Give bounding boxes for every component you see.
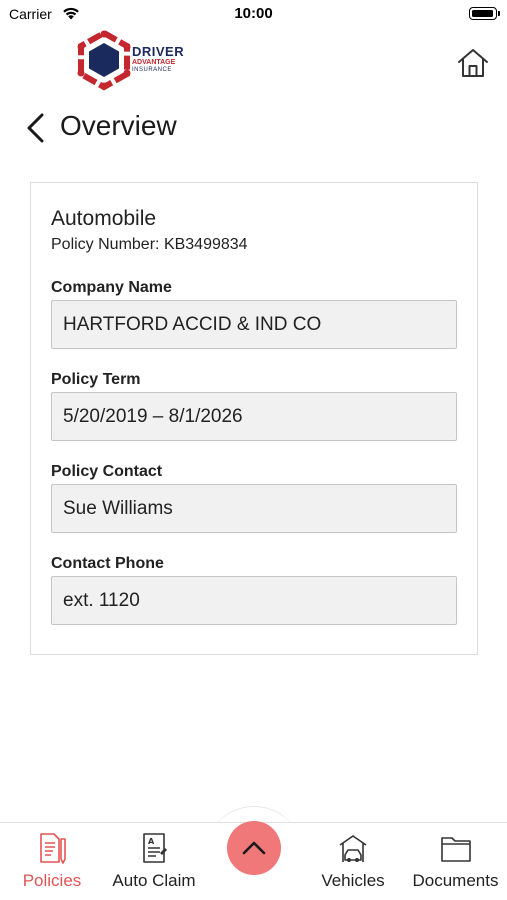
policy-number-value: KB3499834 bbox=[163, 236, 248, 253]
battery-icon bbox=[469, 7, 500, 20]
tab-vehicles[interactable]: Vehicles bbox=[313, 823, 393, 900]
tab-auto-claim[interactable]: A Auto Claim bbox=[104, 823, 204, 900]
logo-line-2: ADVANTAGE bbox=[132, 59, 176, 66]
tab-policies-label: Policies bbox=[22, 871, 82, 890]
status-bar: Carrier 10:00 bbox=[0, 0, 507, 28]
claim-form-icon: A bbox=[143, 833, 167, 863]
folder-icon bbox=[440, 837, 471, 862]
policy-document-icon bbox=[40, 833, 66, 864]
contact-phone-label: Contact Phone bbox=[51, 555, 164, 572]
policy-term-label: Policy Term bbox=[51, 371, 141, 388]
logo-line-1: DRIVER bbox=[132, 44, 185, 59]
tab-policies[interactable]: Policies bbox=[12, 823, 92, 900]
svg-text:A: A bbox=[148, 837, 155, 846]
contact-phone-field[interactable]: ext. 1120 bbox=[51, 576, 457, 625]
home-icon bbox=[458, 49, 488, 77]
chevron-up-icon bbox=[242, 841, 266, 855]
policy-type: Automobile bbox=[51, 207, 157, 230]
policy-contact-label: Policy Contact bbox=[51, 463, 163, 480]
company-name-field: HARTFORD ACCID & IND CO bbox=[51, 300, 457, 349]
back-button[interactable] bbox=[24, 112, 48, 144]
company-name-label: Company Name bbox=[51, 279, 172, 296]
tab-vehicles-label: Vehicles bbox=[321, 871, 385, 890]
status-time: 10:00 bbox=[234, 5, 273, 22]
brand-logo: DRIVER ADVANTAGE INSURANCE bbox=[76, 30, 196, 94]
policy-contact-field: Sue Williams bbox=[51, 484, 457, 533]
home-button[interactable] bbox=[456, 46, 490, 80]
policy-term-field: 5/20/2019 – 8/1/2026 bbox=[51, 392, 457, 441]
garage-car-icon bbox=[339, 835, 367, 862]
page-title: Overview bbox=[60, 110, 177, 141]
chevron-left-icon bbox=[27, 113, 44, 143]
policy-number: Policy Number: KB3499834 bbox=[51, 236, 248, 254]
tab-documents-label: Documents bbox=[412, 871, 499, 890]
logo-line-3: INSURANCE bbox=[132, 67, 172, 73]
policy-card: Automobile Policy Number: KB3499834 Comp… bbox=[30, 182, 478, 655]
policy-number-label: Policy Number: bbox=[51, 236, 160, 253]
logo-hexagon-icon bbox=[77, 30, 131, 91]
expand-menu-button[interactable] bbox=[227, 821, 281, 875]
tab-auto-claim-label: Auto Claim bbox=[112, 871, 196, 890]
tab-documents[interactable]: Documents bbox=[408, 823, 503, 900]
